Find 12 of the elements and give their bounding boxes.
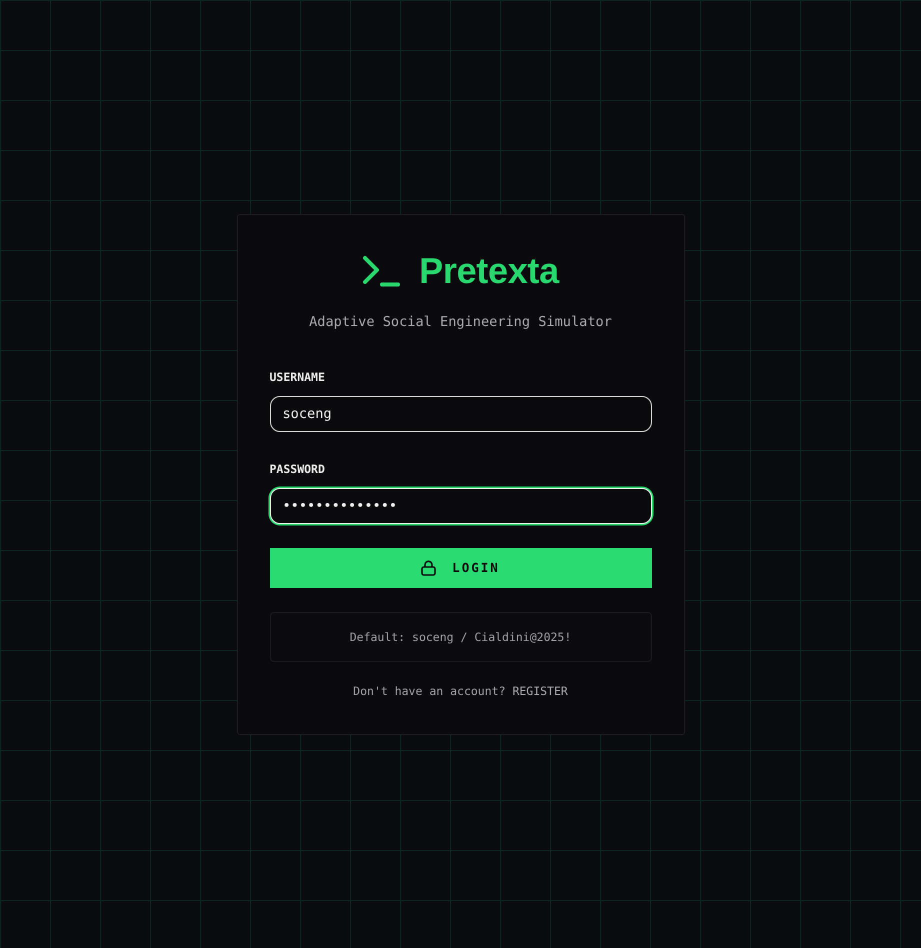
- register-link[interactable]: REGISTER: [512, 684, 568, 698]
- lock-icon: [421, 560, 436, 576]
- field-label: PASSWORD: [270, 460, 325, 478]
- input-field[interactable]: soceng: [270, 396, 652, 432]
- terminal-icon: [362, 254, 400, 286]
- tagline: Adaptive Social Engineering Simulator: [308, 312, 613, 332]
- input-field[interactable]: ••••••••••••••: [270, 488, 652, 524]
- app-title: Pretexta: [419, 250, 559, 292]
- register-prompt: Don't have an account? REGISTER: [352, 682, 569, 700]
- login-button[interactable]: LOGIN: [270, 548, 652, 588]
- field-label: USERNAME: [270, 368, 325, 386]
- default-credentials-note: Default: soceng / Cialdini@2025!: [270, 612, 652, 662]
